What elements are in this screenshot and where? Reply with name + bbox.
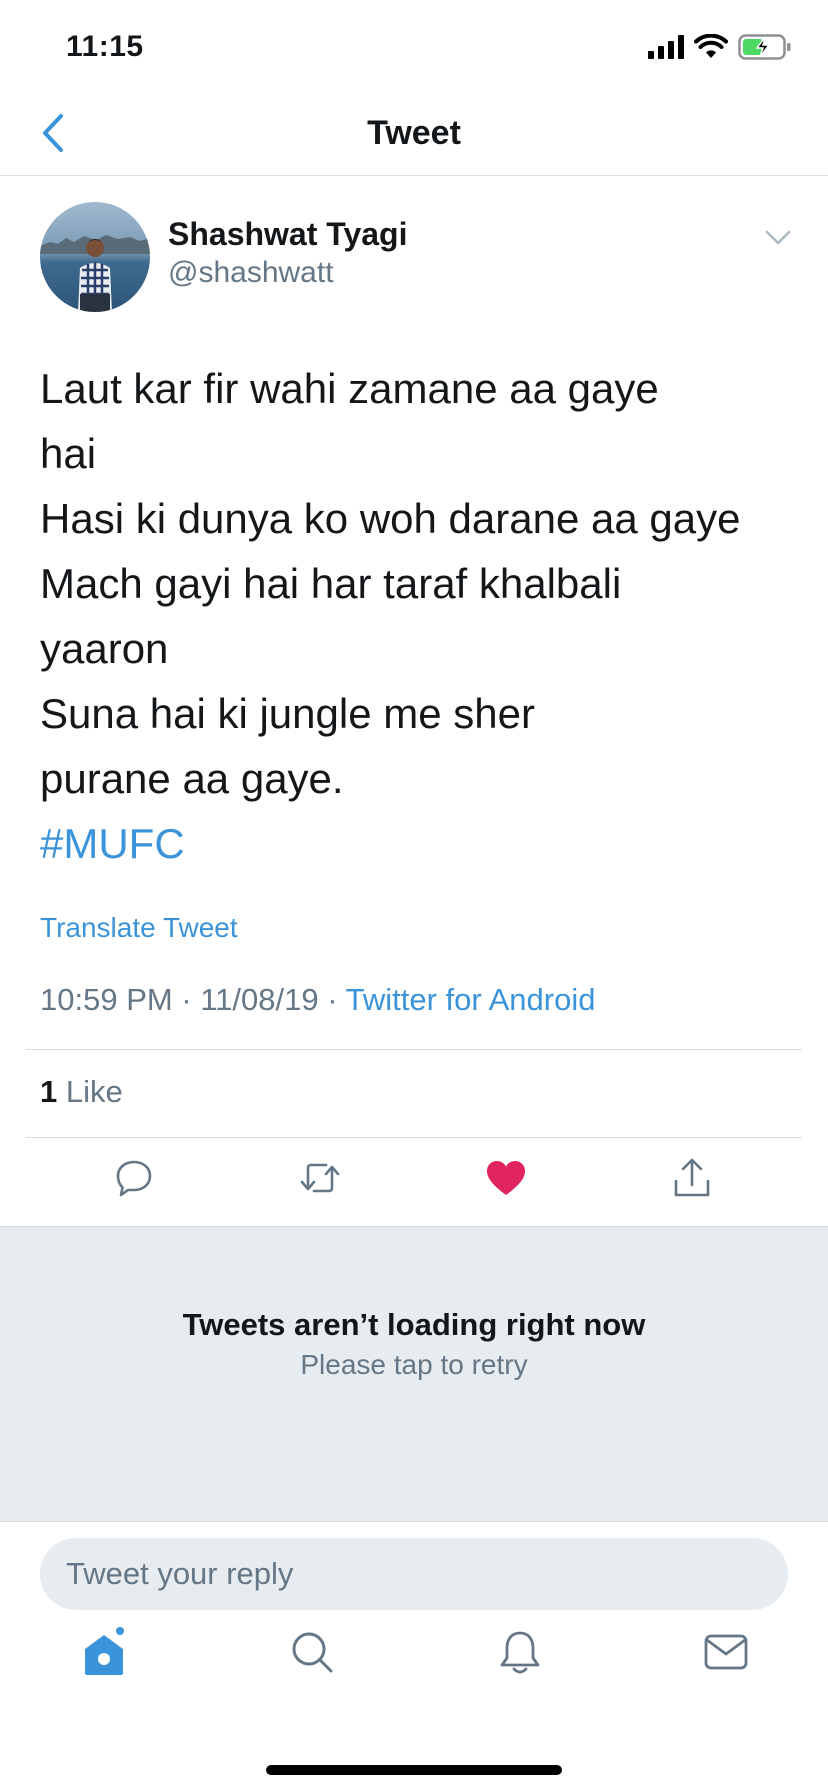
reply-input[interactable] bbox=[40, 1538, 788, 1610]
tab-notifications[interactable] bbox=[490, 1624, 550, 1684]
divider bbox=[26, 1049, 802, 1050]
share-button[interactable] bbox=[664, 1152, 720, 1208]
home-indicator bbox=[266, 1765, 562, 1775]
hashtag-link[interactable]: #MUFC bbox=[40, 811, 185, 876]
tweet-meta: 10:59 PM · 11/08/19 · Twitter for Androi… bbox=[40, 982, 595, 1018]
chevron-down-icon bbox=[765, 230, 791, 251]
tweet-text: Laut kar fir wahi zamane aa gaye hai Has… bbox=[40, 356, 760, 876]
tweet-line: Mach gayi hai har taraf khalbali bbox=[40, 560, 622, 607]
retweet-icon bbox=[298, 1158, 342, 1203]
navigation-bar: Tweet bbox=[0, 100, 828, 176]
likes-number: 1 bbox=[40, 1074, 58, 1109]
author-handle[interactable]: @shashwatt bbox=[168, 256, 334, 290]
tab-search[interactable] bbox=[282, 1624, 342, 1684]
author-name[interactable]: Shashwat Tyagi bbox=[168, 216, 407, 253]
heart-icon bbox=[485, 1159, 527, 1202]
status-bar: 11:15 bbox=[0, 0, 828, 100]
likes-label: Like bbox=[57, 1074, 123, 1109]
translate-tweet-link[interactable]: Translate Tweet bbox=[40, 912, 238, 944]
reply-button[interactable] bbox=[106, 1152, 162, 1208]
share-icon bbox=[672, 1157, 712, 1204]
home-icon bbox=[80, 1626, 128, 1682]
tweet-line: Hasi ki dunya ko woh darane aa gaye bbox=[40, 495, 741, 542]
tweet-timestamp: 10:59 PM · 11/08/19 · bbox=[40, 982, 346, 1017]
tweet-line: purane aa gaye. bbox=[40, 755, 344, 802]
page-title: Tweet bbox=[367, 114, 461, 152]
avatar[interactable] bbox=[40, 202, 150, 312]
tab-home[interactable] bbox=[74, 1624, 134, 1684]
likes-count[interactable]: 1 Like bbox=[40, 1074, 123, 1110]
status-time: 11:15 bbox=[66, 30, 144, 63]
like-button[interactable] bbox=[478, 1152, 534, 1208]
status-icons bbox=[648, 33, 792, 65]
battery-charging-icon bbox=[738, 34, 792, 65]
tab-bar bbox=[0, 1602, 828, 1702]
reply-icon bbox=[114, 1158, 154, 1203]
error-title: Tweets aren’t loading right now bbox=[182, 1307, 646, 1342]
tweet-line: Laut kar fir wahi zamane aa gaye bbox=[40, 365, 659, 412]
tweet-menu-button[interactable] bbox=[758, 220, 798, 260]
signal-icon bbox=[648, 35, 684, 64]
notifications-icon bbox=[499, 1629, 541, 1680]
wifi-icon bbox=[694, 33, 728, 65]
tweet-line: hai bbox=[40, 430, 97, 477]
retry-text: Please tap to retry bbox=[300, 1349, 528, 1380]
search-icon bbox=[290, 1630, 334, 1679]
tweet-line: yaaron bbox=[40, 625, 169, 672]
tweet-source-link[interactable]: Twitter for Android bbox=[346, 982, 596, 1017]
retweet-button[interactable] bbox=[292, 1152, 348, 1208]
tweet-actions bbox=[0, 1138, 828, 1226]
tweets-error-panel[interactable]: Tweets aren’t loading right now Please t… bbox=[0, 1226, 828, 1522]
messages-icon bbox=[704, 1634, 748, 1675]
tweet-line: Suna hai ki jungle me sher bbox=[40, 690, 535, 737]
tab-messages[interactable] bbox=[696, 1624, 756, 1684]
